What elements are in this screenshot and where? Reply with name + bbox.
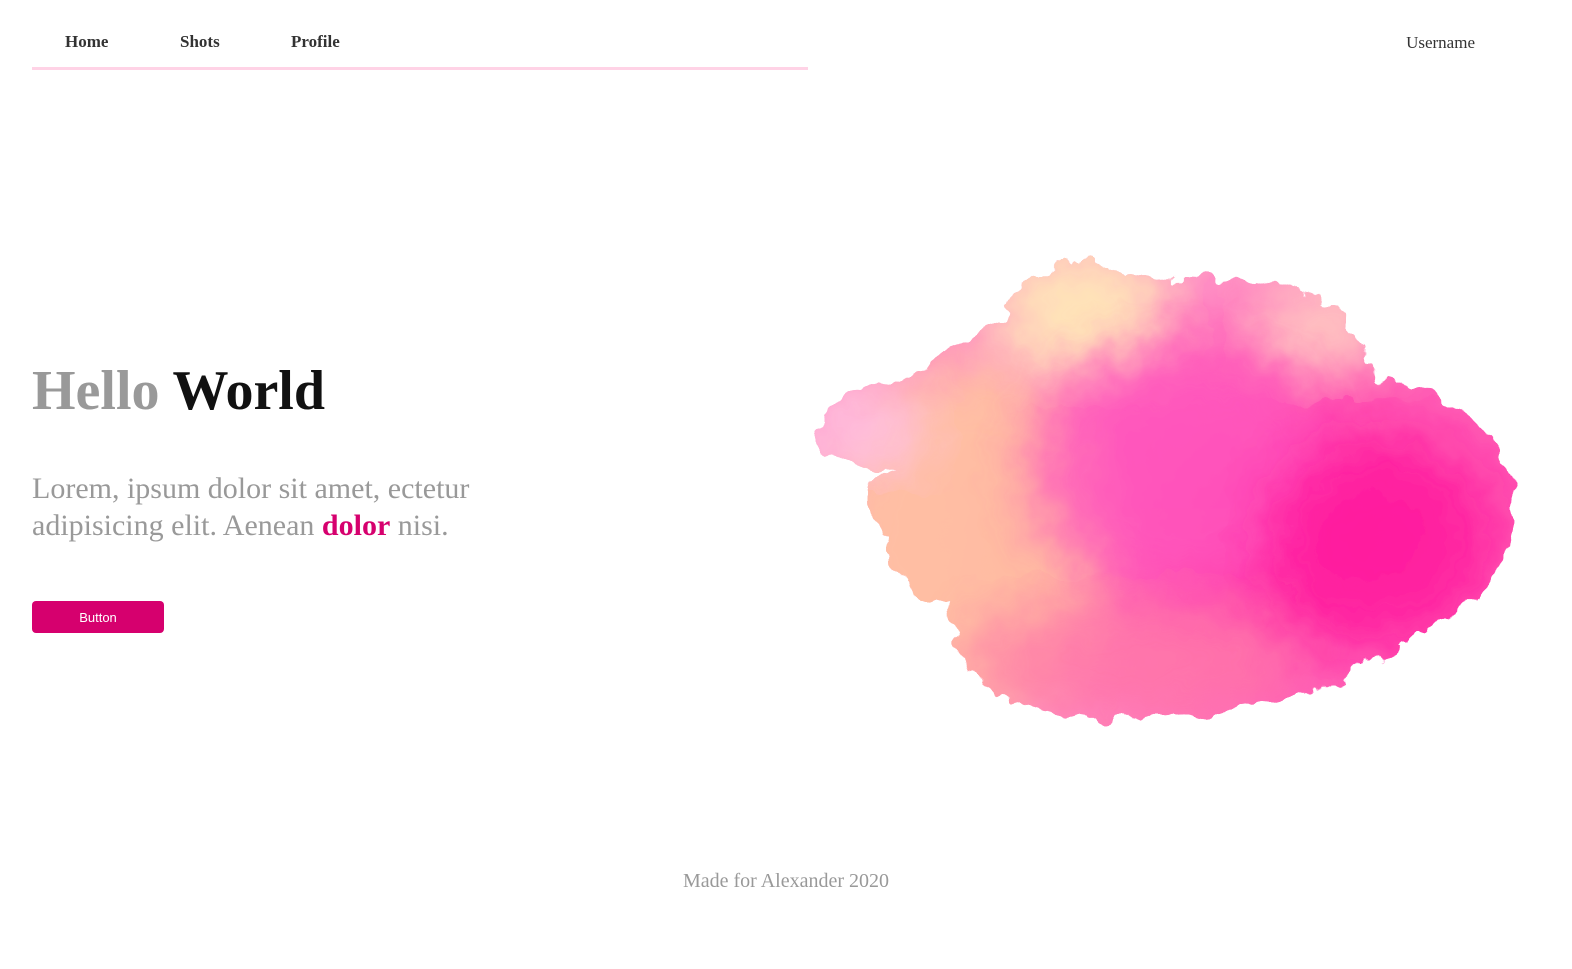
username-link[interactable]: Username — [1406, 33, 1475, 53]
main-navigation: Home Shots Profile — [32, 0, 808, 70]
hero-title-dark: World — [172, 360, 325, 422]
hero-description: Lorem, ipsum dolor sit amet, ectetur adi… — [32, 470, 472, 544]
hero-button[interactable]: Button — [32, 601, 164, 633]
nav-item-home[interactable]: Home — [65, 32, 108, 52]
hero-text-accent: dolor — [321, 509, 391, 542]
nav-item-profile[interactable]: Profile — [291, 32, 340, 52]
landing-page: Home Shots Profile Username Hello World … — [0, 0, 1572, 969]
hero-title: Hello World — [32, 358, 325, 425]
watercolor-splash-icon — [818, 262, 1514, 721]
nav-item-shots[interactable]: Shots — [180, 32, 220, 52]
footer-credit: Made for Alexander 2020 — [682, 870, 890, 892]
hero-text-after: nisi. — [397, 509, 449, 542]
hero-title-light: Hello — [32, 360, 160, 422]
splash-body — [818, 262, 1514, 721]
